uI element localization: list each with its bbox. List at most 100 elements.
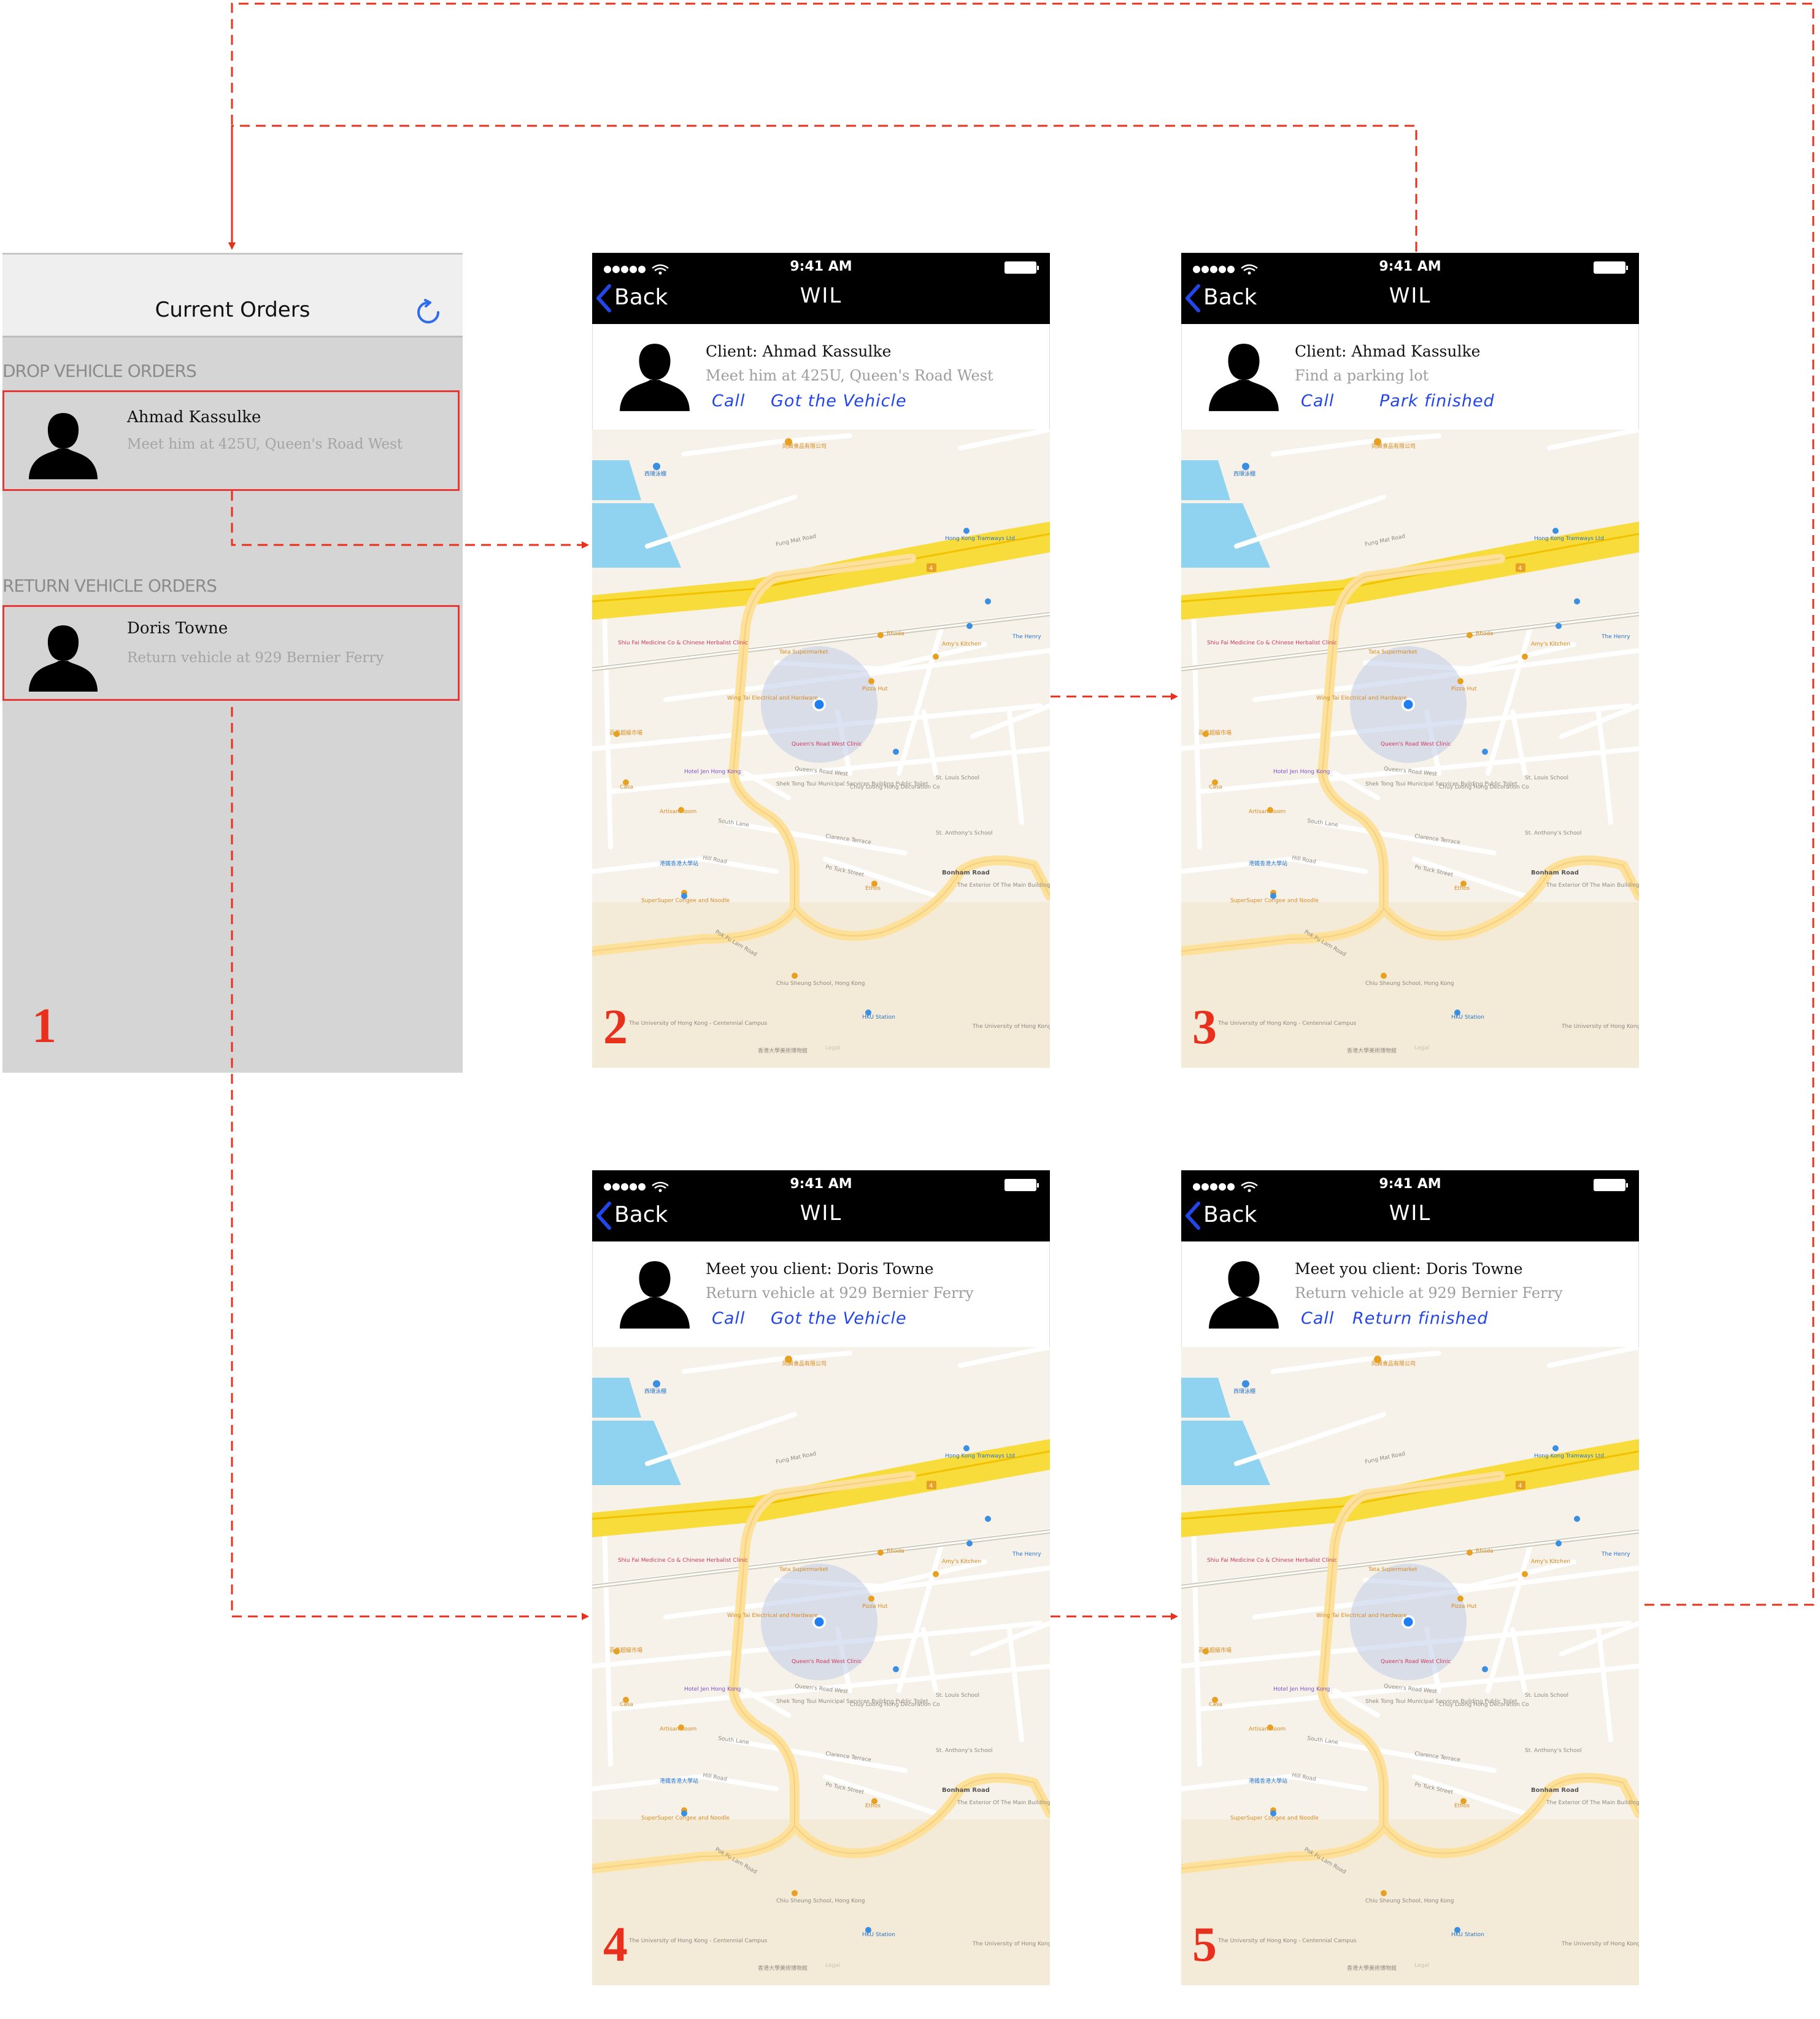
map-label: 香港大學美術博物館 (1347, 1964, 1397, 1972)
map-label: Wing Tai Electrical and Hardware (1316, 695, 1407, 701)
map-label: SuperSuper Congee and Noodle (641, 1815, 730, 1821)
map-label: Ethos (865, 886, 881, 892)
client-info-panel: Meet you client: Doris Towne Return vehi… (1181, 1241, 1639, 1347)
map-view[interactable]: 同興食品有限公司 Tata Supermarket Rhoda Amy's Ki… (592, 1347, 1050, 1985)
drop-vehicle-section-header: DROP VEHICLE ORDERS (2, 361, 197, 381)
map-label: St. Louis School (1525, 775, 1568, 781)
call-button[interactable]: Call (1301, 1309, 1334, 1328)
map-label: 4 (929, 565, 933, 572)
map-label: Hong Kong Tramways Ltd (1534, 536, 1604, 542)
map-label: Amy's Kitchen (942, 641, 981, 647)
person-silhouette-icon (620, 1261, 690, 1329)
status-bar: 9:41 AM Back WIL (592, 253, 1050, 324)
client-info-panel: Client: Ahmad Kassulke Find a parking lo… (1181, 324, 1639, 430)
map-label: 港鐵香港大學站 (660, 860, 698, 867)
map-label: Hong Kong Tramways Ltd (945, 1453, 1015, 1459)
drop-order-row[interactable]: Ahmad Kassulke Meet him at 425U, Queen's… (2, 390, 460, 491)
map-label: Hotel Jen Hong Kong (684, 1686, 741, 1693)
step-number: 2 (603, 1000, 628, 1054)
map-label: The University of Hong Kong - Centennial… (1217, 1938, 1357, 1944)
map-label: 西環泳棚 (1233, 470, 1255, 477)
map-label: Pizza Hut (1451, 686, 1477, 692)
return-vehicle-section-header: RETURN VEHICLE ORDERS (2, 576, 217, 596)
map-label: Amy's Kitchen (1531, 1559, 1570, 1565)
primary-action-button[interactable]: Got the Vehicle (771, 1309, 907, 1328)
map-label: Chiu Sheung School, Hong Kong (1365, 981, 1454, 987)
map-view[interactable]: 同興食品有限公司 Tata Supermarket Rhoda Amy's Ki… (1181, 430, 1639, 1068)
map-label: The University of Hong Kong (1561, 1941, 1639, 1947)
map-view[interactable]: 同興食品有限公司 Tata Supermarket Rhoda Amy's Ki… (592, 430, 1050, 1068)
map-label: St. Anthony's School (936, 1748, 993, 1754)
call-button[interactable]: Call (712, 392, 745, 411)
map-label: Hotel Jen Hong Kong (1273, 769, 1330, 775)
map-label: 4 (1518, 565, 1522, 572)
status-bar: 9:41 AM Back WIL (1181, 1170, 1639, 1241)
order-client-name: Doris Towne (127, 619, 228, 638)
client-subtitle: Return vehicle at 929 Bernier Ferry (706, 1284, 974, 1302)
map-label: Queen's Road West Clinic (792, 1659, 862, 1665)
map-label: 4 (929, 1483, 933, 1489)
map-label: Wing Tai Electrical and Hardware (1316, 1613, 1407, 1619)
primary-action-button[interactable]: Got the Vehicle (771, 392, 907, 411)
map-label: Chuy Loong Hong Decoration Co (1439, 784, 1529, 790)
map-label: Bonham Road (1531, 1787, 1579, 1794)
primary-action-button[interactable]: Park finished (1379, 392, 1495, 411)
map-label: 4 (1518, 1483, 1522, 1489)
call-button[interactable]: Call (712, 1309, 745, 1328)
map-label: Shiu Fai Medicine Co & Chinese Herbalist… (1207, 640, 1337, 646)
map-label: Hong Kong Tramways Ltd (1534, 1453, 1604, 1459)
map-label: Wing Tai Electrical and Hardware (727, 695, 818, 701)
step-number: 1 (32, 999, 56, 1053)
map-label: The Henry (1601, 634, 1630, 640)
map-label: Rhoda (1476, 631, 1494, 637)
map-label: Pizza Hut (1451, 1604, 1477, 1610)
map-label: Bonham Road (942, 870, 990, 876)
order-detail-screen-5: 9:41 AM Back WIL Meet you client: Doris … (1181, 1170, 1639, 1985)
return-order-row[interactable]: Doris Towne Return vehicle at 929 Bernie… (2, 605, 460, 701)
map-label: Queen's Road West Clinic (1381, 1659, 1451, 1665)
map-label: St. Anthony's School (936, 830, 993, 836)
map-label: 港鐵香港大學站 (1249, 1777, 1287, 1785)
nav-title: WIL (1389, 1201, 1432, 1226)
status-bar: 9:41 AM Back WIL (1181, 253, 1639, 324)
map-label: Wing Tai Electrical and Hardware (727, 1613, 818, 1619)
arrow-3-to-1 (228, 125, 1417, 252)
map-label: 西環泳棚 (1233, 1388, 1255, 1395)
client-info-panel: Client: Ahmad Kassulke Meet him at 425U,… (592, 324, 1050, 430)
map-label: The Exterior Of The Main Building, The U… (957, 882, 1050, 889)
map-label: 香港大學美術博物館 (758, 1964, 808, 1972)
call-button[interactable]: Call (1301, 392, 1334, 411)
client-subtitle: Return vehicle at 929 Bernier Ferry (1295, 1284, 1563, 1302)
person-silhouette-icon (1209, 1261, 1279, 1329)
map-label: 西環泳棚 (644, 470, 666, 477)
step-number: 5 (1192, 1918, 1217, 1972)
primary-action-button[interactable]: Return finished (1352, 1309, 1488, 1328)
map-label: Rhoda (887, 1548, 904, 1554)
person-silhouette-icon (29, 625, 98, 692)
map-label: Chiu Sheung School, Hong Kong (1365, 1898, 1454, 1904)
order-detail: Meet him at 425U, Queen's Road West (127, 436, 403, 452)
map-label: Tata Supermarket (1368, 649, 1417, 655)
client-info-panel: Meet you client: Doris Towne Return vehi… (592, 1241, 1050, 1347)
map-label: Legal (1414, 1045, 1429, 1051)
map-label: St. Anthony's School (1525, 830, 1582, 836)
map-label: St. Louis School (936, 1693, 979, 1699)
client-title: Meet you client: Doris Towne (706, 1260, 934, 1278)
map-label: Tata Supermarket (1368, 1567, 1417, 1573)
step-number: 4 (603, 1918, 628, 1972)
map-view[interactable]: 同興食品有限公司 Tata Supermarket Rhoda Amy's Ki… (1181, 1347, 1639, 1985)
status-time: 9:41 AM (1379, 1176, 1441, 1192)
nav-title: WIL (800, 1201, 843, 1226)
nav-title: WIL (800, 284, 843, 308)
map-label: SuperSuper Congee and Noodle (1230, 1815, 1319, 1821)
map-label: Legal (825, 1963, 840, 1969)
order-detail-screen-2: 9:41 AM Back WIL Client: Ahmad Kassulke … (592, 253, 1050, 1068)
map-label: Bonham Road (942, 1787, 990, 1794)
map-label: Tata Supermarket (779, 1567, 828, 1573)
map-label: Chuy Loong Hong Decoration Co (850, 1702, 940, 1708)
map-label: The Exterior Of The Main Building, The U… (1546, 882, 1639, 889)
client-subtitle: Find a parking lot (1295, 367, 1429, 384)
refresh-icon[interactable] (414, 298, 443, 327)
map-label: 港鐵香港大學站 (1249, 860, 1287, 867)
map-label: The University of Hong Kong (1561, 1024, 1639, 1030)
